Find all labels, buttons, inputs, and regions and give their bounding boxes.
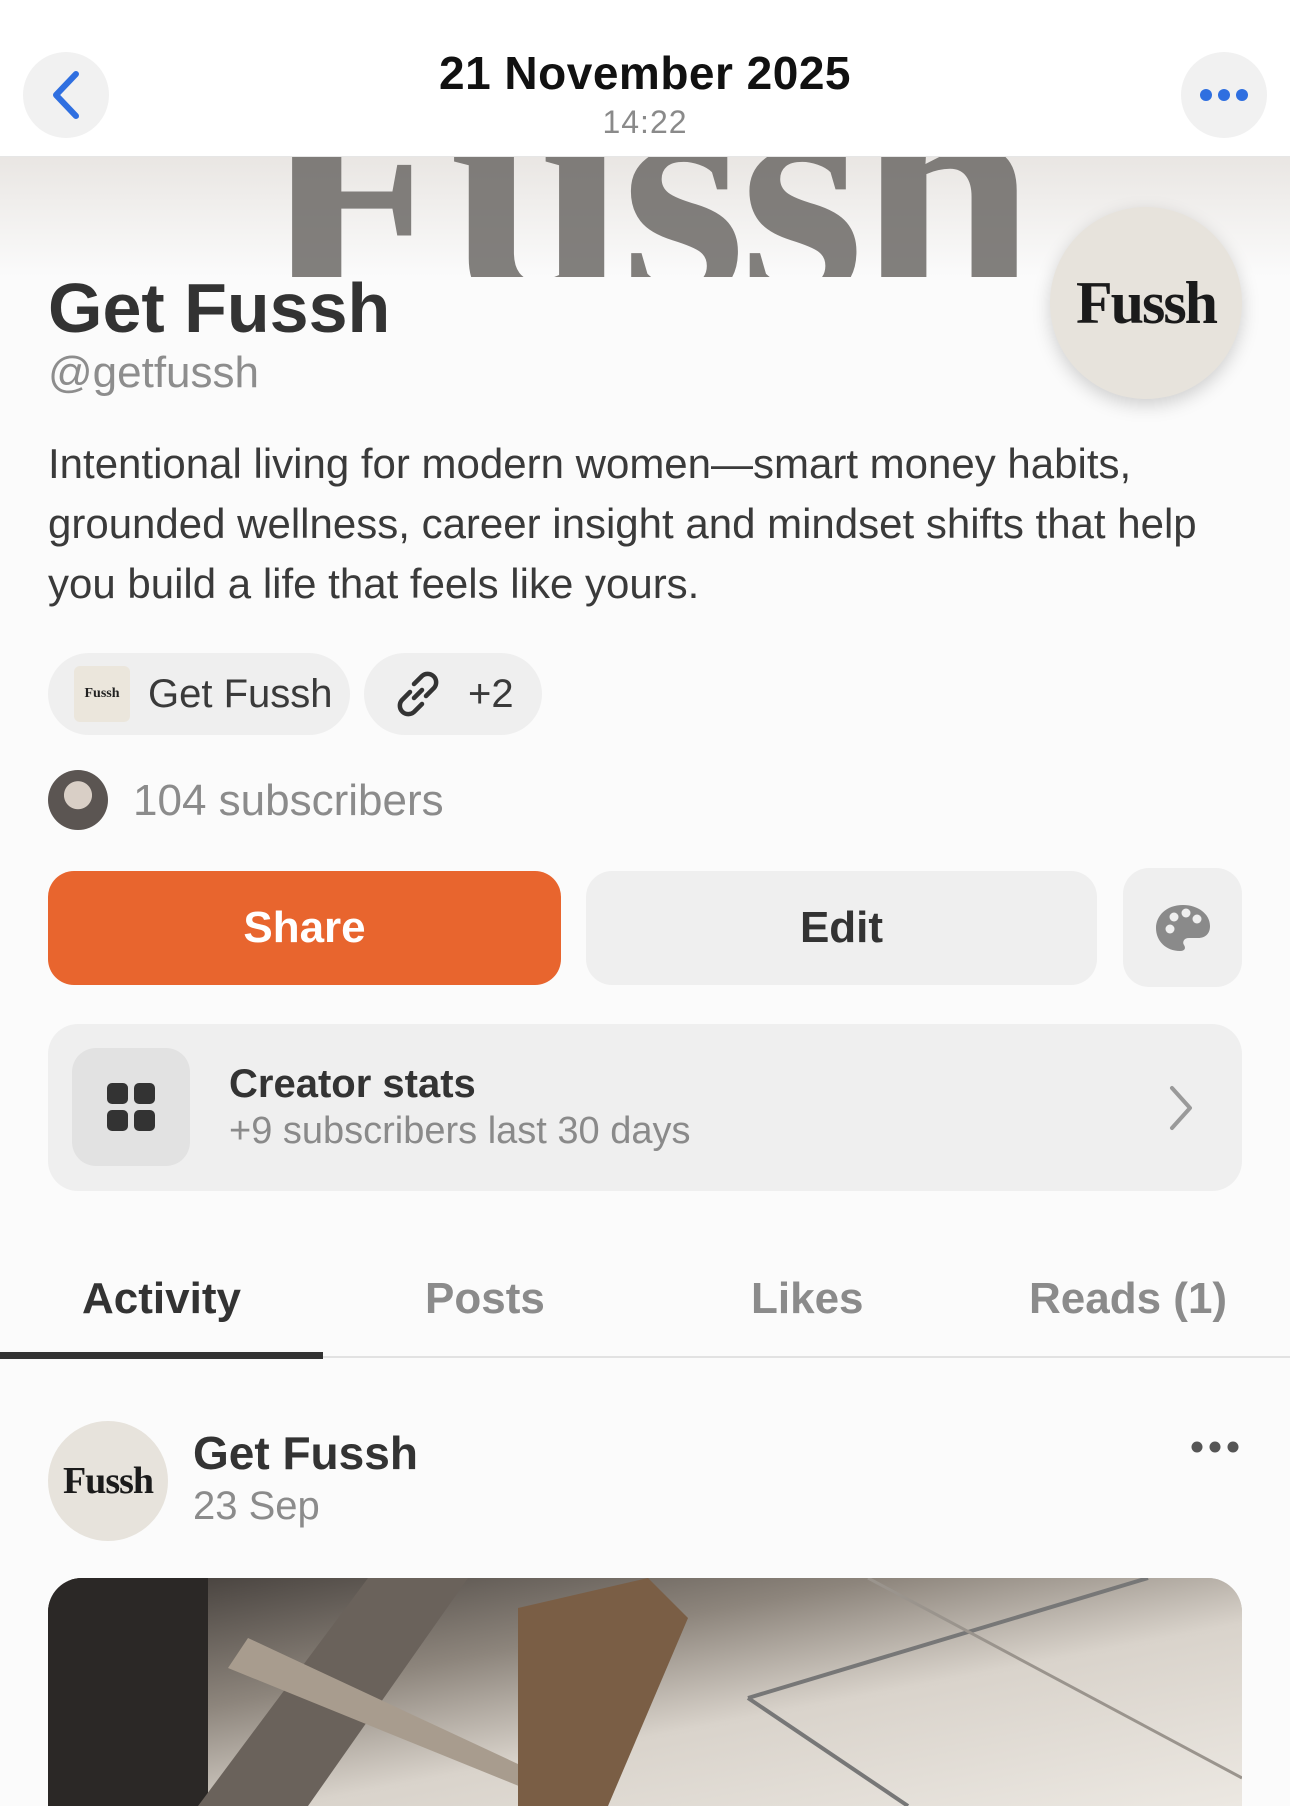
top-bar: 21 November 2025 14:22 — [0, 0, 1290, 157]
post-avatar-wordmark: Fussh — [62, 1460, 154, 1502]
post-image[interactable] — [48, 1578, 1242, 1806]
subscriber-avatar — [48, 770, 108, 830]
links-count: +2 — [468, 671, 514, 716]
header-date: 21 November 2025 — [438, 47, 852, 99]
post-date: 23 Sep — [193, 1484, 320, 1528]
publication-chip[interactable]: Fussh Get Fussh — [48, 653, 350, 735]
creator-stats-subtitle: +9 subscribers last 30 days — [229, 1110, 691, 1152]
stats-icon-box — [72, 1048, 190, 1166]
theme-button[interactable] — [1123, 868, 1242, 987]
profile-name: Get Fussh — [48, 269, 391, 347]
chevron-right-icon — [1166, 1084, 1196, 1137]
ellipsis-icon — [1200, 89, 1248, 101]
tab-activity[interactable]: Activity — [82, 1274, 241, 1324]
creator-stats-title: Creator stats — [229, 1062, 476, 1106]
post-author-name[interactable]: Get Fussh — [193, 1426, 418, 1480]
links-chip[interactable]: +2 — [364, 653, 542, 735]
profile-handle: @getfussh — [48, 348, 259, 397]
tab-reads[interactable]: Reads (1) — [1029, 1274, 1227, 1324]
header-time: 14:22 — [602, 104, 688, 140]
more-options-button[interactable] — [1181, 52, 1267, 138]
publication-thumbnail: Fussh — [74, 666, 130, 722]
tab-posts[interactable]: Posts — [425, 1274, 545, 1324]
palette-icon — [1155, 904, 1210, 951]
post-photo — [48, 1578, 1242, 1806]
edit-button[interactable]: Edit — [586, 871, 1097, 985]
post-author-avatar[interactable]: Fussh — [48, 1421, 168, 1541]
tab-likes[interactable]: Likes — [751, 1274, 864, 1324]
post-more-button[interactable] — [1190, 1440, 1240, 1454]
share-button[interactable]: Share — [48, 871, 561, 985]
profile-tabs: Activity Posts Likes Reads (1) — [0, 1252, 1290, 1359]
creator-stats-card[interactable]: Creator stats +9 subscribers last 30 day… — [48, 1024, 1242, 1191]
profile-logo[interactable]: Fussh — [1050, 207, 1242, 399]
profile-bio: Intentional living for modern women—smar… — [48, 440, 1197, 607]
publication-chip-label: Get Fussh — [148, 671, 333, 716]
grid-icon — [107, 1083, 155, 1131]
logo-wordmark: Fussh — [1075, 269, 1218, 336]
link-icon — [390, 666, 446, 722]
subscriber-count[interactable]: 104 subscribers — [133, 776, 444, 826]
active-tab-indicator — [0, 1352, 323, 1359]
ellipsis-icon — [1191, 1441, 1239, 1453]
